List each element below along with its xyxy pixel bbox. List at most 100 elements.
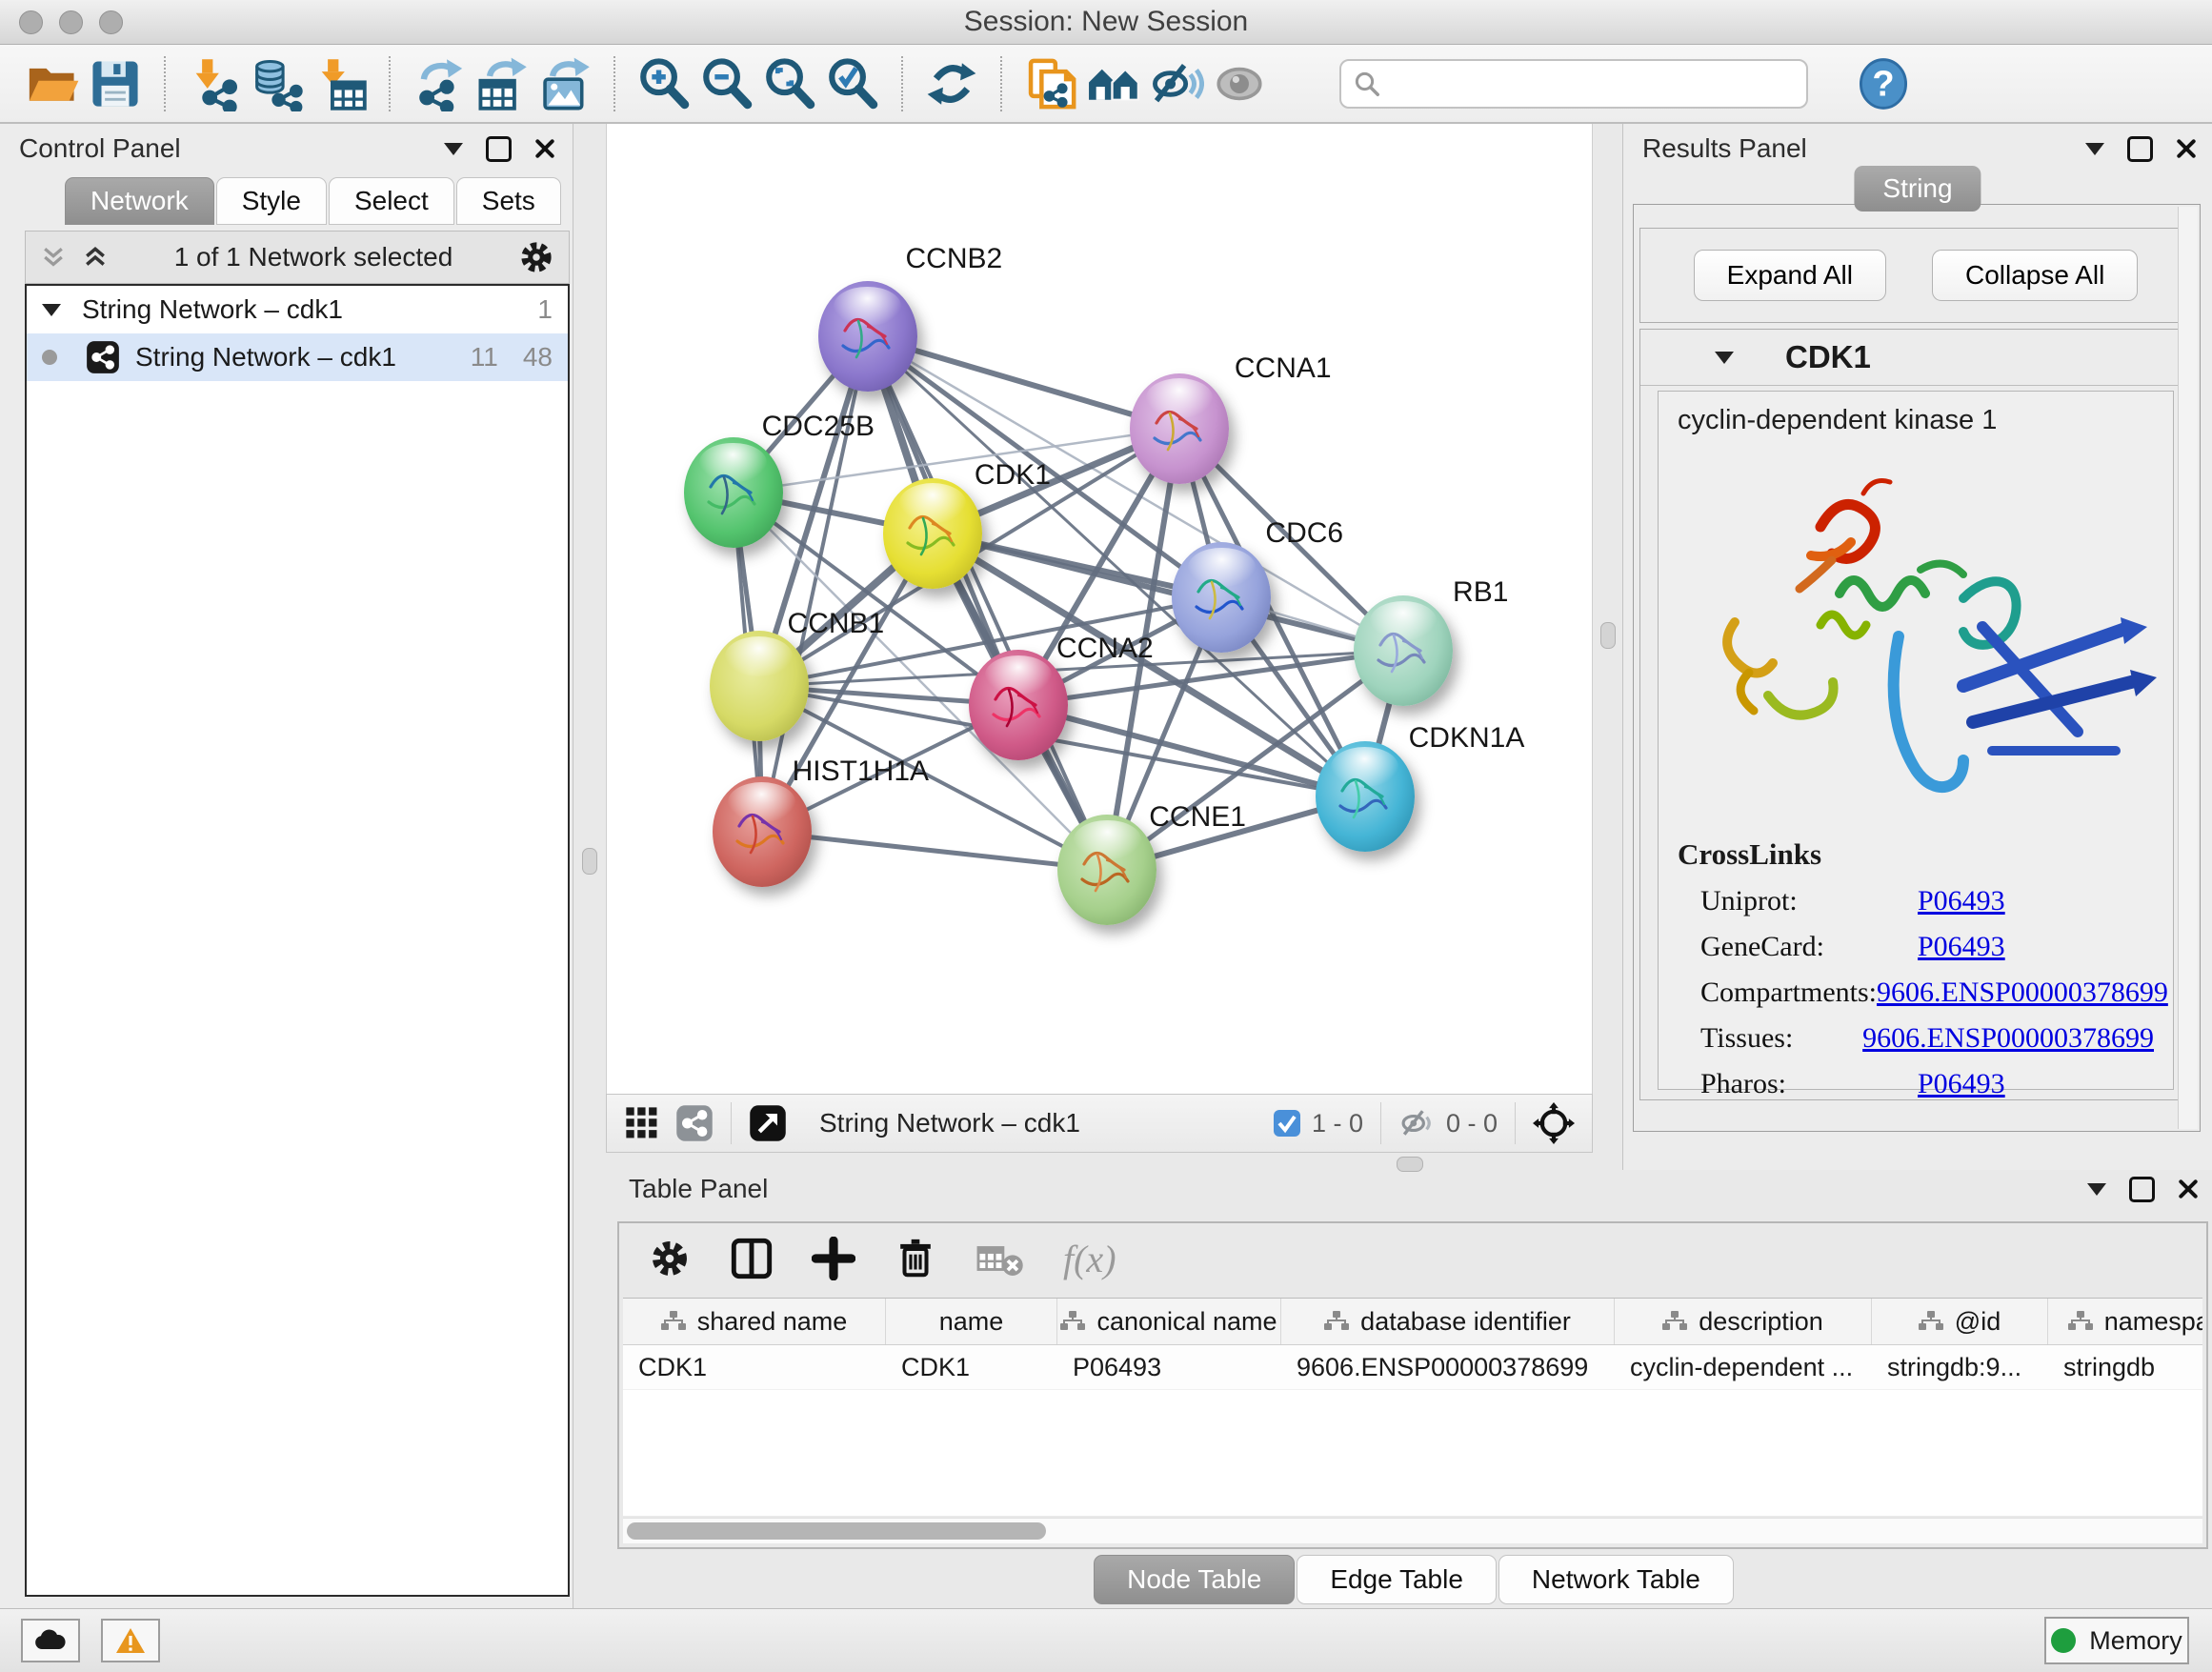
node-table[interactable]: shared namenamecanonical namedatabase id… [623,1298,2202,1516]
node-CCNE1[interactable] [1057,815,1156,925]
results-scrollbar[interactable] [2178,207,2198,1129]
show-graphics-details-icon[interactable] [1208,52,1271,115]
node-CDC6[interactable] [1172,542,1271,653]
column-header-canonical-name[interactable]: canonical name [1057,1299,1281,1344]
cell-0[interactable]: CDK1 [623,1345,886,1389]
tab-network-table[interactable]: Network Table [1498,1555,1734,1604]
selected-checkbox-icon[interactable] [1272,1108,1302,1138]
open-session-icon[interactable] [21,52,84,115]
right-splitter-handle[interactable] [1600,622,1616,649]
edge-CDK1-RB1[interactable] [933,534,1403,651]
hidden-eye-icon[interactable] [1398,1107,1437,1139]
apply-preferred-layout-icon[interactable] [920,52,983,115]
float-panel-icon[interactable] [2129,1177,2155,1202]
zoom-selected-icon[interactable] [821,52,884,115]
tab-string[interactable]: String [1854,166,1981,212]
panel-menu-icon[interactable] [2085,143,2104,155]
panel-menu-icon[interactable] [2087,1183,2106,1196]
show-columns-icon[interactable] [730,1237,774,1280]
cell-6[interactable]: stringdb [2048,1345,2202,1389]
crosslink-tissues[interactable]: 9606.ENSP00000378699 [1862,1022,2154,1055]
node-CDK1[interactable] [883,478,982,589]
tab-node-table[interactable]: Node Table [1094,1555,1295,1604]
network-canvas[interactable]: CCNB2CCNA1CDC25BCDK1CDC6RB1CCNB1CCNA2CDK… [606,124,1593,1094]
zoom-out-icon[interactable] [695,52,758,115]
node-CCNB2[interactable] [818,281,917,392]
close-panel-icon[interactable] [2176,138,2197,159]
edge-CCNB2-CCNE1[interactable] [868,336,1108,870]
expand-all-button[interactable]: Expand All [1694,250,1886,301]
expand-all-icon[interactable] [81,243,110,272]
panel-menu-icon[interactable] [444,143,463,155]
table-hscrollbar[interactable] [623,1518,2202,1543]
delete-table-icon[interactable] [975,1237,1025,1280]
navigate-icon[interactable] [1533,1102,1575,1144]
node-CCNB1[interactable] [710,631,809,741]
import-table-from-file-icon[interactable] [309,52,372,115]
column-header-name[interactable]: name [886,1299,1057,1344]
hscrollbar-thumb[interactable] [627,1522,1046,1540]
column-header-database-identifier[interactable]: database identifier [1281,1299,1615,1344]
entry-expander-icon[interactable] [1715,352,1734,364]
help-icon[interactable]: ? [1852,52,1915,115]
node-HIST1H1A[interactable] [713,776,812,887]
node-CDC25B[interactable] [684,437,783,548]
duplicate-page-icon[interactable] [1019,52,1082,115]
tab-style[interactable]: Style [216,177,327,225]
function-builder-icon[interactable]: f(x) [1063,1237,1116,1281]
import-network-from-database-icon[interactable] [246,52,309,115]
add-column-icon[interactable] [812,1237,855,1280]
gear-icon[interactable] [517,238,555,276]
delete-column-icon[interactable] [894,1237,937,1280]
column-header-description[interactable]: description [1615,1299,1872,1344]
tab-sets[interactable]: Sets [456,177,561,225]
cell-3[interactable]: 9606.ENSP00000378699 [1281,1345,1615,1389]
search-field[interactable] [1381,68,1795,99]
node-CCNA1[interactable] [1130,373,1229,484]
close-panel-icon[interactable] [2178,1178,2199,1199]
column-header-namespace[interactable]: namespace [2048,1299,2202,1344]
crosslink-genecard[interactable]: P06493 [1918,931,2005,963]
tab-edge-table[interactable]: Edge Table [1297,1555,1497,1604]
save-session-icon[interactable] [84,52,147,115]
column-header-shared-name[interactable]: shared name [623,1299,886,1344]
grid-view-icon[interactable] [624,1105,660,1141]
collapse-all-icon[interactable] [39,243,68,272]
table-row[interactable]: CDK1CDK1P064939606.ENSP00000378699cyclin… [623,1345,2202,1390]
crosslink-compartments[interactable]: 9606.ENSP00000378699 [1877,977,2168,1009]
gene-entry-header[interactable]: CDK1 [1640,330,2191,386]
collection-expander-icon[interactable] [42,304,61,316]
tab-select[interactable]: Select [329,177,454,225]
float-panel-icon[interactable] [2127,136,2153,162]
cloud-button[interactable] [21,1619,80,1662]
export-network-icon[interactable] [408,52,471,115]
export-table-icon[interactable] [471,52,533,115]
column-header--id[interactable]: @id [1872,1299,2048,1344]
crosslink-pharos[interactable]: P06493 [1918,1068,2005,1100]
memory-button[interactable]: Memory [2044,1617,2189,1664]
warning-button[interactable] [101,1619,160,1662]
table-gear-icon[interactable] [648,1237,692,1280]
network-collection-row[interactable]: String Network – cdk1 1 [27,286,568,333]
fit-content-icon[interactable] [758,52,821,115]
crosslink-uniprot[interactable]: P06493 [1918,885,2005,917]
search-input[interactable] [1339,59,1808,109]
close-panel-icon[interactable] [534,138,555,159]
collapse-all-button[interactable]: Collapse All [1932,250,2138,301]
cell-1[interactable]: CDK1 [886,1345,1057,1389]
birds-eye-view-icon[interactable] [749,1104,787,1142]
node-RB1[interactable] [1354,595,1453,706]
string-share-icon[interactable] [675,1104,714,1142]
network-row-selected[interactable]: String Network – cdk1 11 48 [27,333,568,381]
cell-4[interactable]: cyclin-dependent ... [1615,1345,1872,1389]
left-splitter-handle[interactable] [582,848,597,875]
import-network-from-file-icon[interactable] [183,52,246,115]
zoom-in-icon[interactable] [633,52,695,115]
node-CCNA2[interactable] [969,650,1068,760]
tab-network[interactable]: Network [65,177,214,225]
cell-5[interactable]: stringdb:9... [1872,1345,2048,1389]
float-panel-icon[interactable] [486,136,512,162]
hide-graphics-details-icon[interactable] [1145,52,1208,115]
export-image-icon[interactable] [533,52,596,115]
edge-HIST1H1A-CCNE1[interactable] [762,832,1108,870]
